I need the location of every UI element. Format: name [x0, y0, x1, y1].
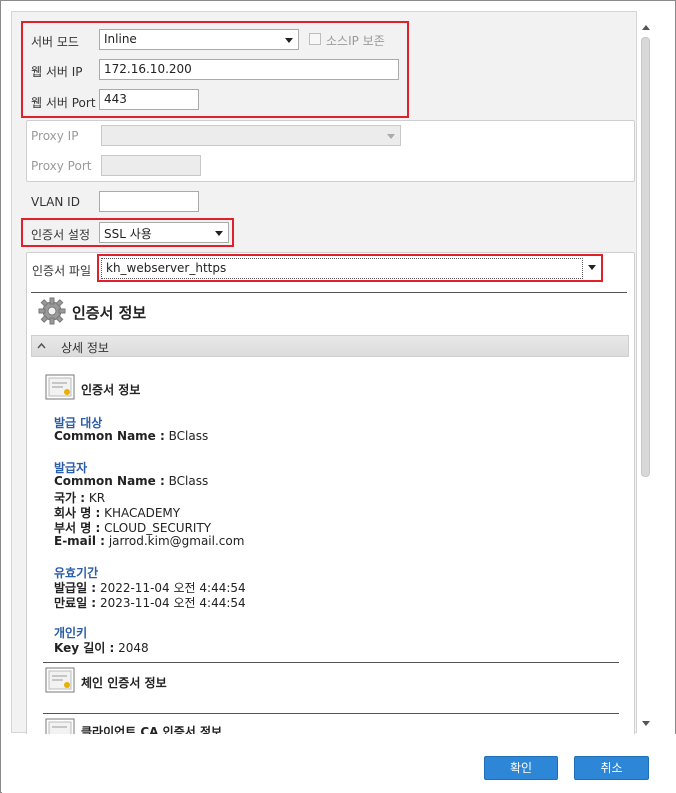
chevron-down-icon: [387, 134, 395, 139]
dialog: 서버 모드 Inline 소스IP 보존 웹 서버 IP 172.16.10.2…: [0, 0, 676, 793]
expire-date: 만료일 : 2023-11-04 오전 4:44:54: [54, 596, 246, 610]
divider: [31, 292, 627, 293]
highlight-cert-file: [97, 254, 603, 282]
proxy-ip-select[interactable]: [101, 125, 401, 146]
vlan-id-input[interactable]: [99, 191, 199, 212]
ok-button[interactable]: 확인: [484, 756, 558, 780]
proxy-port-label: Proxy Port: [31, 159, 92, 173]
issued-to-cn: Common Name : BClass: [54, 429, 209, 443]
cert-file-label: 인증서 파일: [32, 264, 92, 278]
issuer-email: E-mail : jarrod.kim@gmail.com: [54, 534, 245, 548]
divider: [43, 713, 619, 714]
scroll-down-icon[interactable]: [642, 721, 650, 726]
scroll-thumb[interactable]: [641, 37, 650, 477]
scroll-up-icon[interactable]: [642, 25, 650, 30]
cert-info-header: 인증서 정보: [72, 304, 147, 322]
certificate-icon: [45, 667, 75, 693]
gear-icon: [38, 297, 66, 325]
certificate-icon: [45, 374, 75, 400]
proxy-port-input[interactable]: [101, 155, 201, 176]
key-length: Key 길이 : 2048: [54, 641, 149, 655]
divider: [43, 662, 619, 663]
issuer-cn: Common Name : BClass: [54, 474, 209, 488]
cancel-button[interactable]: 취소: [574, 756, 649, 780]
chain-cert-title[interactable]: 체인 인증서 정보: [81, 674, 167, 691]
highlight-server-settings: [21, 21, 409, 118]
highlight-cert-setting: [21, 218, 234, 247]
vlan-id-label: VLAN ID: [31, 195, 80, 209]
cert-title: 인증서 정보: [81, 383, 141, 397]
proxy-ip-label: Proxy IP: [31, 129, 79, 143]
chevron-up-icon[interactable]: [37, 342, 46, 349]
detail-section-bar[interactable]: [31, 335, 629, 357]
detail-section-title: 상세 정보: [61, 341, 109, 355]
